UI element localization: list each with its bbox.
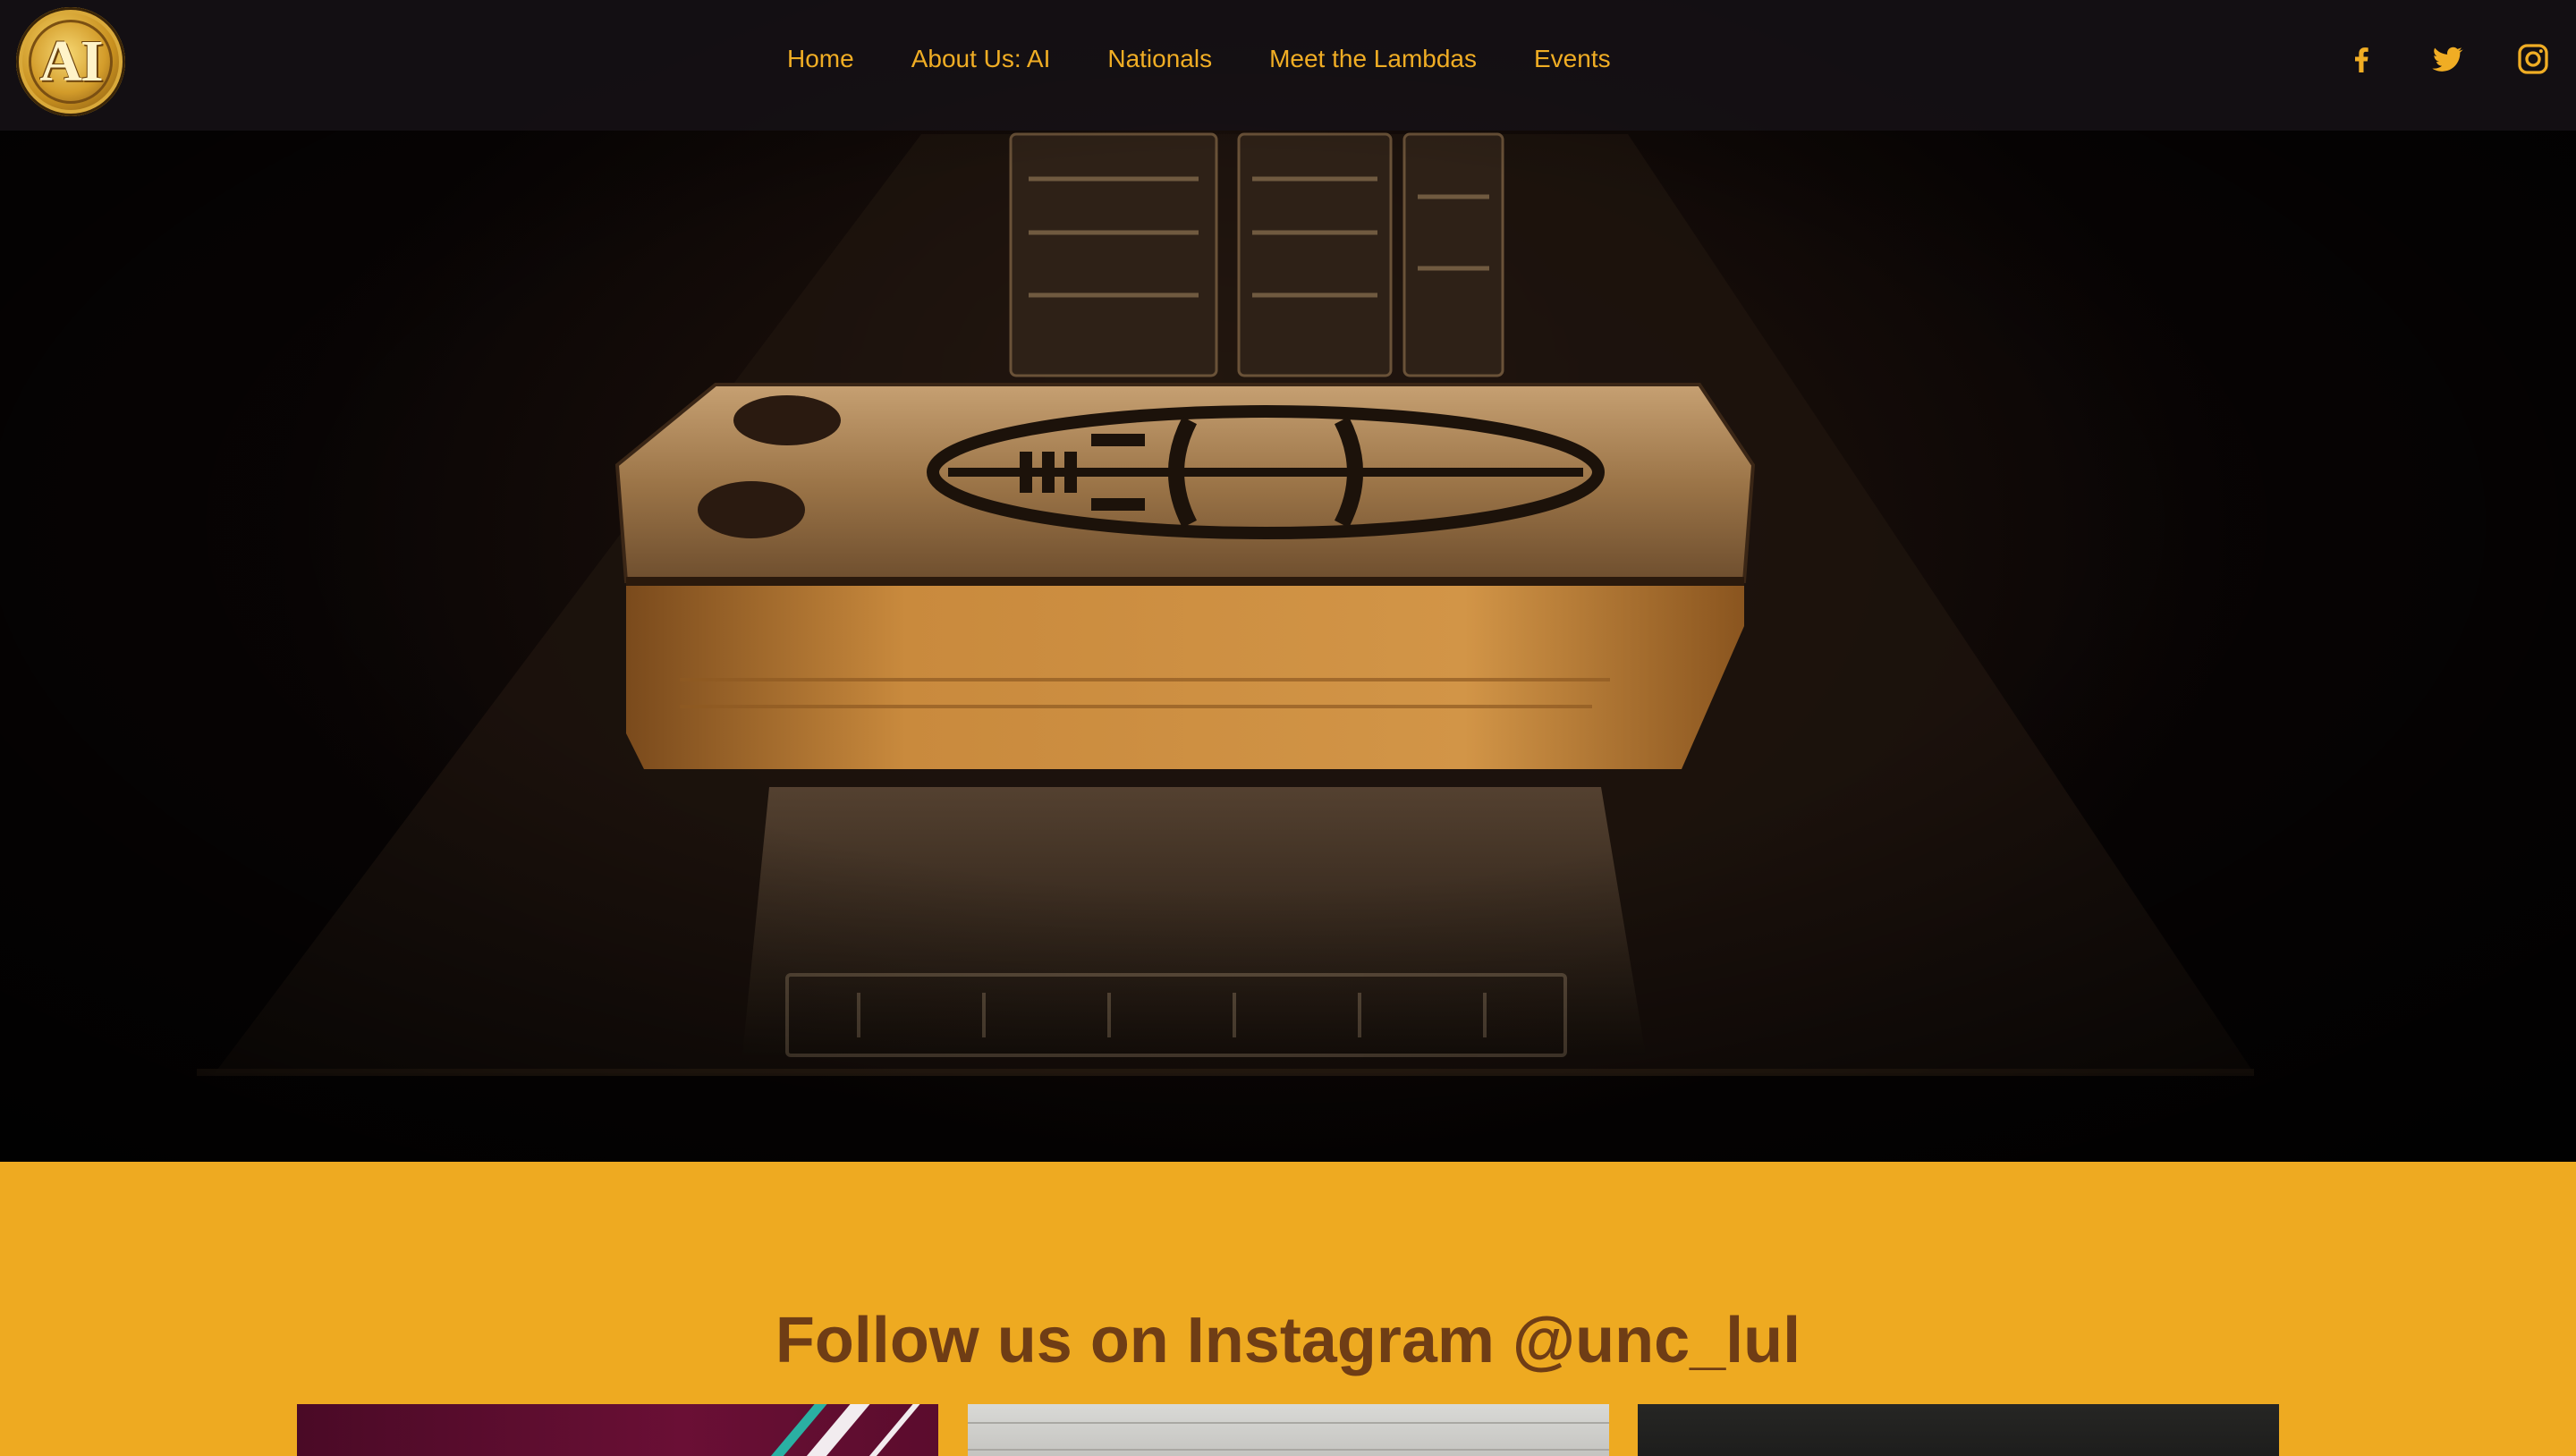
hero-image [0,0,2576,1162]
nav-link-about-us[interactable]: About Us: AI [911,39,1051,79]
ceiling-line [968,1422,1609,1424]
instagram-icon[interactable] [2515,41,2551,77]
instagram-section-title: Follow us on Instagram @unc_lul [775,1305,1801,1376]
top-navigation-bar: AI Home About Us: AI Nationals Meet the … [0,0,2576,131]
facebook-icon[interactable] [2343,41,2379,77]
hero-illustration [0,0,2576,1162]
main-nav: Home About Us: AI Nationals Meet the Lam… [787,39,1668,79]
logo-text: AI [39,29,103,94]
site-logo[interactable]: AI [16,7,125,116]
nav-link-meet-the-lambdas[interactable]: Meet the Lambdas [1269,39,1477,79]
nav-link-events[interactable]: Events [1534,39,1611,79]
twitter-icon[interactable] [2429,41,2465,77]
nav-link-home[interactable]: Home [787,39,854,79]
instagram-post-tile[interactable] [968,1404,1609,1456]
nav-link-nationals[interactable]: Nationals [1107,39,1212,79]
instagram-post-tile[interactable] [1638,1404,2279,1456]
instagram-section: Follow us on Instagram @unc_lul [0,1162,2576,1456]
ceiling-line [968,1449,1609,1451]
instagram-post-tile[interactable] [297,1404,938,1456]
